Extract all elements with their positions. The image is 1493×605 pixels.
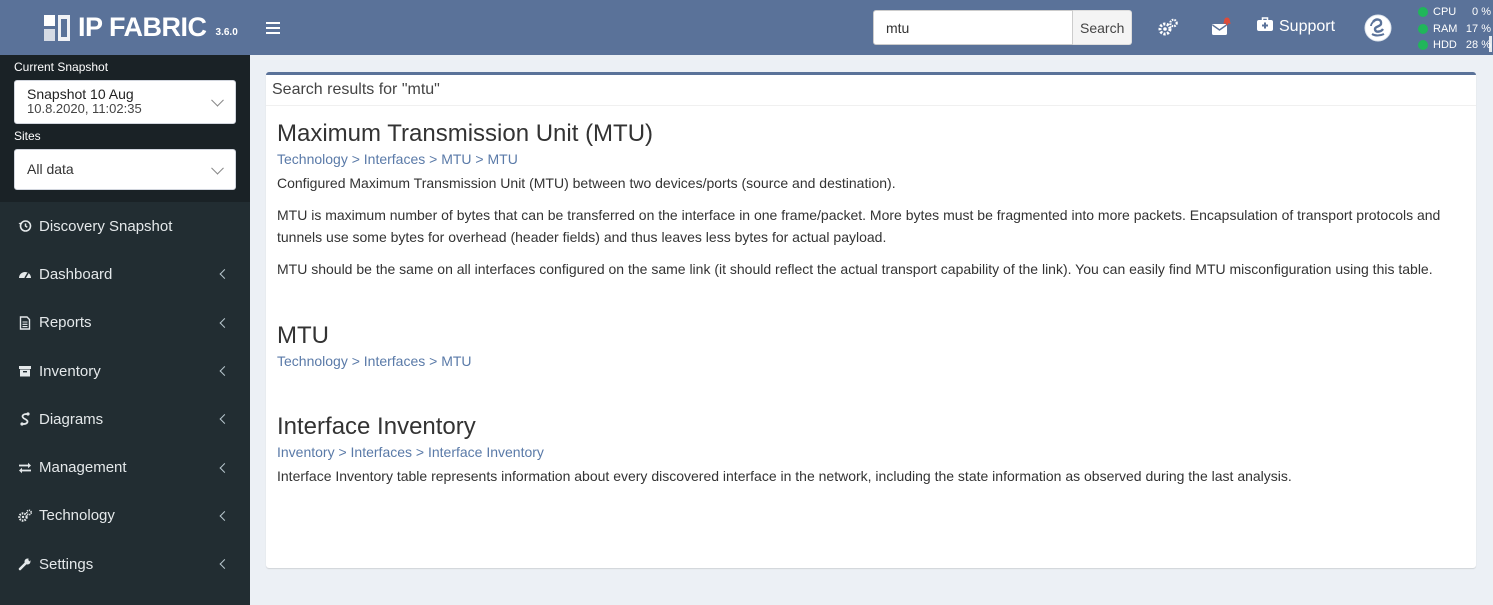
sidebar-item-label: Dashboard xyxy=(39,265,113,283)
chevron-left-icon xyxy=(219,414,230,425)
result-description: MTU should be the same on all interfaces… xyxy=(277,261,1433,277)
snapshot-select[interactable]: Snapshot 10 Aug 10.8.2020, 11:02:35 xyxy=(14,80,236,124)
sidebar-item-label: Discovery Snapshot xyxy=(39,217,173,235)
sidebar: IP FABRIC 3.6.0 Current Snapshot Snapsho… xyxy=(0,0,250,605)
status-dot xyxy=(1418,23,1428,34)
result-title: Maximum Transmission Unit (MTU) xyxy=(277,120,654,147)
menu-toggle-icon[interactable] xyxy=(266,22,280,34)
chevron-left-icon xyxy=(219,366,230,376)
snapshot-panel: Current Snapshot Snapshot 10 Aug 10.8.20… xyxy=(0,55,250,202)
sites-select[interactable]: All data xyxy=(14,149,236,190)
result-title: MTU xyxy=(277,322,329,349)
stat-name: HDD xyxy=(1433,39,1457,51)
cogs-icon[interactable] xyxy=(1157,17,1179,39)
stat-value: 0 % xyxy=(1472,6,1491,18)
stat-name: CPU xyxy=(1433,6,1457,18)
stat-name: RAM xyxy=(1433,22,1458,35)
snapshot-title: Snapshot 10 Aug xyxy=(27,86,134,102)
current-snapshot-label: Current Snapshot xyxy=(14,60,109,74)
stat-row-ram: RAM 17 % xyxy=(1418,21,1491,38)
sidebar-item-label: Management xyxy=(39,459,127,477)
diagram-icon xyxy=(18,412,32,426)
sidebar-item-inventory[interactable]: Inventory xyxy=(0,347,250,395)
support-button[interactable]: Support xyxy=(1257,17,1335,36)
result-title: Interface Inventory xyxy=(277,413,476,440)
brand-version: 3.6.0 xyxy=(215,27,238,38)
results-list: Maximum Transmission Unit (MTU) Technolo… xyxy=(266,106,1476,487)
global-search: Search xyxy=(873,10,1133,45)
exchange-icon xyxy=(18,461,32,475)
stat-row-hdd: HDD 28 % xyxy=(1418,37,1491,54)
chevron-left-icon xyxy=(219,269,230,280)
sites-label: Sites xyxy=(14,129,41,143)
stat-value: 28 % xyxy=(1465,39,1491,51)
chevron-left-icon xyxy=(219,559,230,570)
ip-fabric-logo-icon xyxy=(44,14,70,41)
result-item: MTU Technology > Interfaces > MTU xyxy=(277,321,1465,370)
search-input[interactable] xyxy=(873,10,1073,45)
support-label: Support xyxy=(1279,17,1336,35)
sidebar-item-label: Reports xyxy=(39,314,92,332)
result-breadcrumb-link[interactable]: Inventory > Interfaces > Interface Inven… xyxy=(277,443,1465,461)
wrench-icon xyxy=(18,557,32,571)
sites-value: All data xyxy=(27,161,74,177)
search-button[interactable]: Search xyxy=(1073,10,1133,45)
result-description: MTU is maximum number of bytes that can … xyxy=(277,207,1441,245)
cogs-icon xyxy=(18,509,32,523)
top-navbar: Search Support CPU 0 % RAM 17 % HDD 28 % xyxy=(250,0,1493,55)
results-heading: Search results for "mtu" xyxy=(266,75,1476,106)
sidebar-item-label: Settings xyxy=(39,555,94,573)
archive-icon xyxy=(18,364,32,378)
sidebar-item-reports[interactable]: Reports xyxy=(0,299,250,347)
result-breadcrumb-link[interactable]: Technology > Interfaces > MTU xyxy=(277,352,1465,370)
result-breadcrumb-link[interactable]: Technology > Interfaces > MTU > MTU xyxy=(277,150,1465,168)
sidebar-nav: Discovery Snapshot Dashboard Reports Inv… xyxy=(0,202,250,588)
result-description: Configured Maximum Transmission Unit (MT… xyxy=(277,175,896,191)
user-avatar-icon[interactable] xyxy=(1363,13,1393,43)
sidebar-item-label: Technology xyxy=(39,507,115,525)
sidebar-item-technology[interactable]: Technology xyxy=(0,492,250,540)
sidebar-item-diagrams[interactable]: Diagrams xyxy=(0,395,250,443)
chevron-left-icon xyxy=(219,462,230,473)
status-dot xyxy=(1418,40,1428,51)
sidebar-item-discovery-snapshot[interactable]: Discovery Snapshot xyxy=(0,202,250,250)
chevron-left-icon xyxy=(219,317,230,328)
brand-name: IP FABRIC xyxy=(78,12,207,42)
sidebar-item-settings[interactable]: Settings xyxy=(0,540,250,588)
result-item: Interface Inventory Inventory > Interfac… xyxy=(277,412,1465,487)
result-item: Maximum Transmission Unit (MTU) Technolo… xyxy=(277,119,1465,280)
snapshot-datetime: 10.8.2020, 11:02:35 xyxy=(27,101,142,116)
system-stats: CPU 0 % RAM 17 % HDD 28 % xyxy=(1418,4,1491,54)
search-results-box: Search results for "mtu" Maximum Transmi… xyxy=(266,72,1476,568)
dashboard-icon xyxy=(18,267,32,281)
scrollbar[interactable] xyxy=(1489,36,1492,52)
logo[interactable]: IP FABRIC 3.6.0 xyxy=(0,0,250,55)
chevron-left-icon xyxy=(219,510,230,521)
result-description: Interface Inventory table represents inf… xyxy=(277,468,1292,484)
stat-value: 17 % xyxy=(1465,22,1491,35)
report-icon xyxy=(18,316,32,330)
status-dot xyxy=(1418,7,1428,18)
sidebar-item-dashboard[interactable]: Dashboard xyxy=(0,250,250,298)
envelope-icon[interactable] xyxy=(1210,17,1232,39)
medkit-icon xyxy=(1257,17,1273,36)
chevron-down-icon xyxy=(211,161,224,175)
sidebar-item-management[interactable]: Management xyxy=(0,443,250,491)
stat-row-cpu: CPU 0 % xyxy=(1418,4,1491,21)
history-icon xyxy=(18,219,32,233)
sidebar-item-label: Inventory xyxy=(39,362,101,380)
sidebar-item-label: Diagrams xyxy=(39,410,104,428)
